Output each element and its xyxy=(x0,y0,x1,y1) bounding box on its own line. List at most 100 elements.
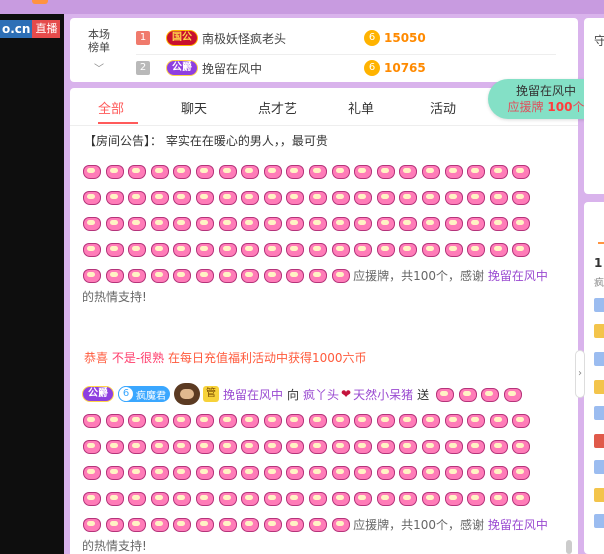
tab-talent[interactable]: 点才艺 xyxy=(258,98,297,117)
support-card-icon xyxy=(331,164,350,179)
coin-icon: 6 xyxy=(364,60,380,76)
level-badge: 6 疯魔君 xyxy=(118,386,170,402)
support-card-icon xyxy=(308,216,327,231)
support-card-icon xyxy=(263,491,282,506)
sender-link[interactable]: 挽留在风中 xyxy=(223,386,283,403)
tab-gift-list[interactable]: 礼单 xyxy=(348,98,374,117)
support-card-icon xyxy=(150,190,169,205)
support-card-icon xyxy=(398,190,418,205)
scrollbar[interactable] xyxy=(566,540,572,554)
support-card-icon xyxy=(82,242,101,257)
support-card-icon xyxy=(331,216,350,231)
support-card-icon xyxy=(82,216,101,231)
support-card-icon xyxy=(511,465,531,480)
support-card-icon xyxy=(376,439,395,454)
tab-chat[interactable]: 聊天 xyxy=(181,98,207,117)
support-card-icon xyxy=(195,465,214,480)
emoji-row xyxy=(82,459,562,485)
tab-all[interactable]: 全部 xyxy=(98,98,124,117)
support-card-icon xyxy=(82,164,101,179)
collapse-arrow-icon[interactable]: › xyxy=(575,350,585,398)
support-card-icon xyxy=(240,491,260,506)
support-card-icon xyxy=(511,216,531,231)
support-card-icon xyxy=(444,216,463,231)
support-card-icon xyxy=(285,465,305,480)
support-card-icon xyxy=(150,242,169,257)
user-link[interactable]: 挽留在风中 xyxy=(488,518,548,532)
support-card-icon xyxy=(308,164,327,179)
system-message: 恭喜 不是-很熟 在每日充值福利活动中获得1000六币 xyxy=(84,351,367,365)
support-card-icon xyxy=(82,465,101,480)
support-card-icon xyxy=(353,216,373,231)
support-card-icon xyxy=(376,413,395,428)
tab-activity[interactable]: 活动 xyxy=(430,98,456,117)
support-card-icon xyxy=(127,465,147,480)
live-badge[interactable]: 直播 xyxy=(32,20,61,38)
support-card-icon xyxy=(398,216,418,231)
user-icon xyxy=(594,352,604,366)
support-card-icon xyxy=(421,190,440,205)
support-card-icon xyxy=(489,465,508,480)
support-card-icon xyxy=(458,387,477,402)
support-card-icon xyxy=(172,439,192,454)
user-link[interactable]: 挽留在风中 xyxy=(488,269,548,283)
right-panel-list: 1 疯 xyxy=(584,202,604,554)
user-link[interactable]: 不是-很熟 xyxy=(112,351,164,365)
support-card-icon xyxy=(150,413,169,428)
support-card-icon xyxy=(285,439,305,454)
rank-row-2[interactable]: 2 公爵 挽留在风中 6 10765 xyxy=(136,58,426,78)
user-icon xyxy=(594,406,604,420)
left-video-column xyxy=(0,14,64,554)
support-card-icon xyxy=(331,413,350,428)
support-card-icon xyxy=(218,517,237,532)
top-strip xyxy=(0,0,604,14)
support-card-icon xyxy=(376,465,395,480)
support-card-icon xyxy=(82,439,101,454)
support-card-icon xyxy=(105,216,124,231)
support-card-icon xyxy=(263,216,282,231)
support-card-icon xyxy=(503,387,522,402)
support-card-icon xyxy=(421,491,440,506)
divider xyxy=(598,242,604,244)
rank-score: 15050 xyxy=(384,31,426,45)
active-tab-indicator xyxy=(98,122,138,124)
support-card-icon xyxy=(398,164,418,179)
divider xyxy=(136,54,556,55)
support-card-icon xyxy=(195,164,214,179)
support-card-icon xyxy=(489,413,508,428)
emoji-row xyxy=(82,407,562,433)
rank-user-name[interactable]: 挽留在风中 xyxy=(202,60,352,77)
support-card-icon xyxy=(398,242,418,257)
support-card-icon xyxy=(82,517,101,532)
emoji-row xyxy=(82,485,562,511)
receiver-link[interactable]: 疯丫头 xyxy=(303,386,339,403)
support-card-icon xyxy=(263,164,282,179)
user-icon xyxy=(594,514,604,528)
support-card-icon xyxy=(398,439,418,454)
message-text: 应援牌，共100个，感谢 挽留在风中 xyxy=(353,268,548,283)
user-icon xyxy=(594,460,604,474)
support-card-icon xyxy=(511,413,531,428)
support-card-icon xyxy=(398,413,418,428)
support-card-icon xyxy=(105,268,124,283)
chevron-down-icon[interactable]: ﹀ xyxy=(94,60,104,75)
rank-user-name[interactable]: 南极妖怪疯老头 xyxy=(202,30,352,47)
support-card-icon xyxy=(466,216,486,231)
receiver-link[interactable]: 天然小呆猪 xyxy=(353,386,413,403)
support-card-icon xyxy=(218,413,237,428)
message-tail: 的热情支持! xyxy=(82,290,147,304)
support-card-icon xyxy=(353,190,373,205)
support-card-icon xyxy=(511,190,531,205)
support-card-icon xyxy=(172,517,192,532)
support-card-icon xyxy=(353,439,373,454)
support-card-icon xyxy=(172,242,192,257)
support-card-icon xyxy=(444,242,463,257)
support-card-icon xyxy=(150,517,169,532)
support-card-icon xyxy=(421,242,440,257)
support-card-icon xyxy=(308,413,327,428)
rank-number: 1 xyxy=(136,31,150,45)
support-card-icon xyxy=(127,491,147,506)
rank-row-1[interactable]: 1 国公 南极妖怪疯老头 6 15050 xyxy=(136,28,426,48)
support-card-icon xyxy=(263,517,282,532)
avatar[interactable] xyxy=(174,383,200,405)
